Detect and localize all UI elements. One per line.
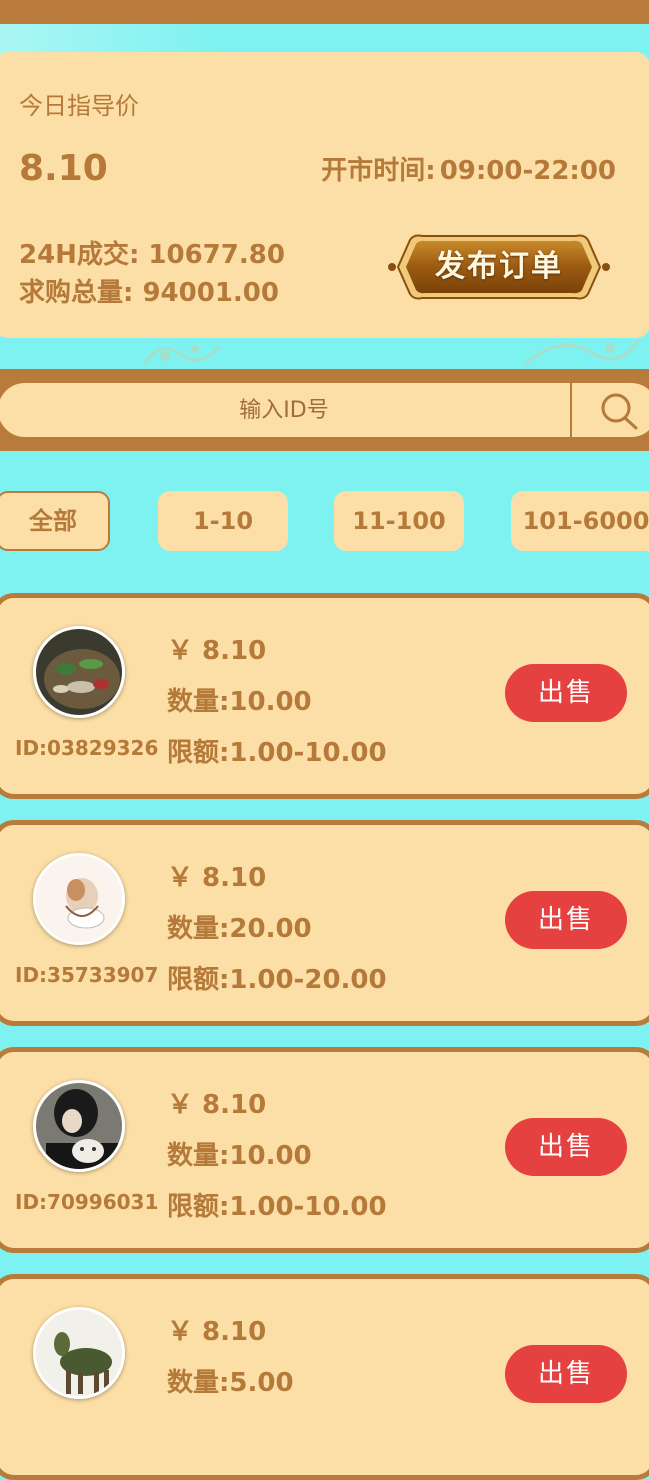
volume-label: 24H成交: (19, 240, 149, 270)
publish-order-button[interactable]: 发布订单 (384, 232, 614, 302)
filter-tab-101-6000[interactable]: 101-6000 (511, 491, 649, 551)
order-price: ￥ 8.10 (167, 1090, 267, 1120)
order-quantity: 数量:10.00 (167, 1135, 312, 1172)
horse-avatar-icon (36, 1310, 122, 1396)
order-limit: 限额:1.00-20.00 (167, 959, 387, 996)
limit-label: 限额: (167, 738, 230, 768)
quantity-value: 10.00 (229, 1141, 312, 1171)
volume-value: 10677.80 (148, 240, 285, 270)
top-header-bar (0, 0, 649, 24)
avatar (33, 1307, 125, 1399)
search-icon[interactable] (598, 391, 642, 431)
limit-value: 1.00-10.00 (229, 1192, 387, 1222)
volume-24h: 24H成交: 10677.80 (19, 234, 285, 271)
sell-button[interactable]: 出售 (505, 1345, 627, 1403)
avatar (33, 853, 125, 945)
limit-label: 限额: (167, 965, 230, 995)
person-with-cat-avatar-icon (36, 1083, 122, 1169)
order-price: ￥ 8.10 (167, 863, 267, 893)
order-limit: 限额:1.00-10.00 (167, 1186, 387, 1223)
order-card: ￥ 8.10 数量:5.00 出售 (0, 1274, 649, 1480)
market-time-value: 09:00-22:00 (439, 156, 616, 186)
sell-button[interactable]: 出售 (505, 891, 627, 949)
order-quantity: 数量:10.00 (167, 681, 312, 718)
food-dish-avatar-icon (36, 629, 122, 715)
quantity-label: 数量: (167, 1368, 230, 1398)
sell-button[interactable]: 出售 (505, 664, 627, 722)
user-id: ID:03829326 (15, 736, 159, 760)
quantity-label: 数量: (167, 1141, 230, 1171)
limit-label: 限额: (167, 1192, 230, 1222)
publish-order-label: 发布订单 (435, 249, 563, 284)
decorative-pattern-icon (524, 339, 640, 366)
demand-label: 求购总量: (19, 278, 143, 308)
limit-value: 1.00-20.00 (229, 965, 387, 995)
market-time-label: 开市时间: (321, 156, 436, 186)
total-demand: 求购总量: 94001.00 (19, 272, 279, 309)
quantity-label: 数量: (167, 914, 230, 944)
order-quantity: 数量:5.00 (167, 1362, 294, 1399)
filter-tab-1-10[interactable]: 1-10 (158, 491, 288, 551)
cartoon-avatar-icon (36, 856, 122, 942)
guide-price-value: 8.10 (19, 148, 108, 189)
order-limit: 限额:1.00-10.00 (167, 732, 387, 769)
order-price: ￥ 8.10 (167, 636, 267, 666)
user-id: ID:70996031 (15, 1190, 159, 1214)
search-box (0, 381, 649, 439)
user-id: ID:35733907 (15, 963, 159, 987)
quantity-value: 10.00 (229, 687, 312, 717)
order-card: ID:03829326 ￥ 8.10 数量:10.00 限额:1.00-10.0… (0, 593, 649, 799)
quantity-value: 5.00 (229, 1368, 294, 1398)
search-input[interactable] (0, 383, 570, 437)
avatar (33, 1080, 125, 1172)
sell-button[interactable]: 出售 (505, 1118, 627, 1176)
limit-value: 1.00-10.00 (229, 738, 387, 768)
demand-value: 94001.00 (142, 278, 279, 308)
order-quantity: 数量:20.00 (167, 908, 312, 945)
filter-tab-all[interactable]: 全部 (0, 491, 110, 551)
quantity-label: 数量: (167, 687, 230, 717)
market-time: 开市时间: 09:00-22:00 (321, 150, 616, 187)
guide-price-card: 今日指导价 8.10 开市时间: 09:00-22:00 24H成交: 10677… (0, 52, 649, 338)
quantity-value: 20.00 (229, 914, 312, 944)
avatar (33, 626, 125, 718)
order-card: ID:35733907 ￥ 8.10 数量:20.00 限额:1.00-20.0… (0, 820, 649, 1026)
decorative-pattern-icon (143, 345, 222, 365)
order-card: ID:70996031 ￥ 8.10 数量:10.00 限额:1.00-10.0… (0, 1047, 649, 1253)
search-divider (570, 383, 572, 437)
order-price: ￥ 8.10 (167, 1317, 267, 1347)
guide-price-title: 今日指导价 (19, 92, 139, 120)
filter-tab-11-100[interactable]: 11-100 (334, 491, 464, 551)
